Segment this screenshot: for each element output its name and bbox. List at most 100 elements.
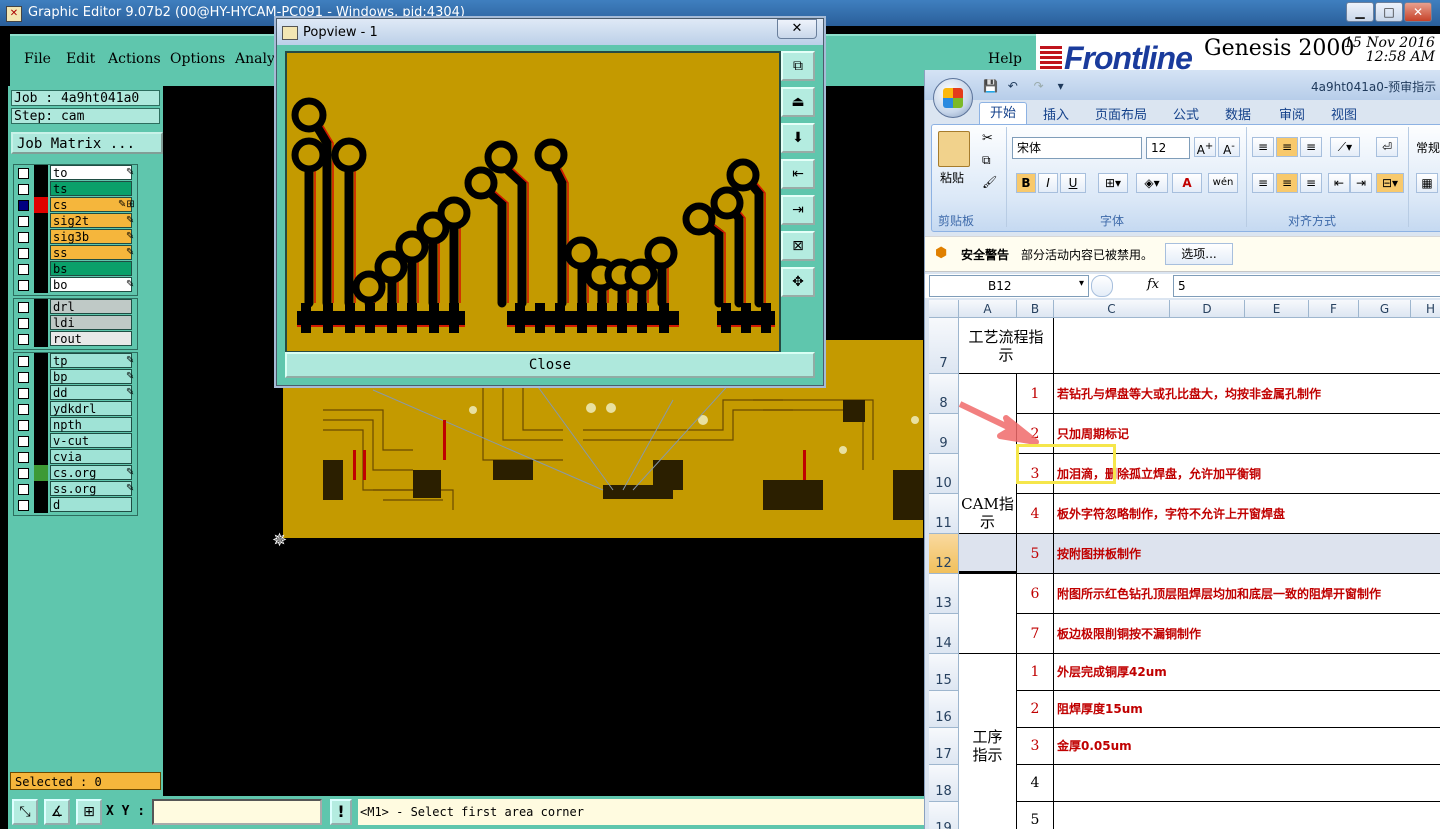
- column-header[interactable]: G: [1359, 300, 1411, 318]
- item-number[interactable]: 2: [1017, 691, 1054, 728]
- menu-file[interactable]: File: [24, 51, 51, 67]
- row-header[interactable]: 19: [929, 802, 959, 829]
- layer-checkbox[interactable]: [18, 404, 29, 415]
- tab-formulas[interactable]: 公式: [1173, 104, 1199, 123]
- layer-row[interactable]: tp ✎: [14, 353, 137, 369]
- format-painter-icon[interactable]: 🖌: [982, 175, 997, 189]
- bold-button[interactable]: B: [1016, 173, 1036, 193]
- row-header[interactable]: 12: [929, 534, 959, 574]
- layer-name[interactable]: v-cut: [50, 433, 132, 448]
- layer-checkbox[interactable]: [18, 436, 29, 447]
- alert-button[interactable]: !: [330, 799, 352, 825]
- wrap-text-icon[interactable]: ⏎: [1376, 137, 1398, 157]
- undo-icon[interactable]: ↶: [1008, 79, 1018, 93]
- paste-icon[interactable]: [938, 131, 970, 167]
- layer-name[interactable]: dd: [50, 385, 132, 400]
- item-number[interactable]: 6: [1017, 574, 1054, 614]
- tab-home[interactable]: 开始: [979, 102, 1027, 125]
- layer-checkbox[interactable]: [18, 168, 29, 179]
- merge-center-icon[interactable]: ⊟▾: [1376, 173, 1404, 193]
- row-header[interactable]: 8: [929, 374, 959, 414]
- underline-button[interactable]: U: [1060, 173, 1086, 193]
- layer-checkbox[interactable]: [18, 500, 29, 511]
- layer-row[interactable]: ss ✎: [14, 245, 137, 261]
- menu-edit[interactable]: Edit: [66, 51, 95, 67]
- align-right-icon[interactable]: ≡: [1300, 173, 1322, 193]
- row-header[interactable]: 7: [929, 318, 959, 374]
- italic-button[interactable]: I: [1038, 173, 1058, 193]
- layer-name[interactable]: bp: [50, 369, 132, 384]
- fill-color-icon[interactable]: ◈▾: [1136, 173, 1168, 193]
- column-header[interactable]: D: [1170, 300, 1245, 318]
- layer-row[interactable]: ydkdrl: [14, 401, 137, 417]
- snap-icon[interactable]: ∡: [44, 799, 70, 825]
- pan-down-icon[interactable]: ⬇: [781, 123, 815, 153]
- menu-options[interactable]: Options: [170, 51, 225, 67]
- layer-name[interactable]: bs: [50, 261, 132, 276]
- layer-checkbox[interactable]: [18, 232, 29, 243]
- layer-name[interactable]: bo: [50, 277, 132, 292]
- tab-page-layout[interactable]: 页面布局: [1095, 104, 1147, 123]
- instruction-text[interactable]: 附图所示红色钻孔顶层阻焊层均加和底层一致的阻焊开窗制作: [1054, 574, 1440, 614]
- cell[interactable]: [959, 574, 1017, 654]
- instruction-text[interactable]: 板边极限削铜按不漏铜制作: [1054, 614, 1440, 654]
- cell[interactable]: [959, 534, 1017, 574]
- align-center-icon[interactable]: ≡: [1276, 173, 1298, 193]
- tab-insert[interactable]: 插入: [1043, 104, 1069, 123]
- pan-left-icon[interactable]: ⇤: [781, 159, 815, 189]
- item-number[interactable]: 3: [1017, 728, 1054, 765]
- customize-qat-icon[interactable]: ▾: [1058, 79, 1064, 93]
- item-number[interactable]: 5: [1017, 534, 1054, 574]
- align-bottom-icon[interactable]: ≡: [1300, 137, 1322, 157]
- namebox-dropdown-icon[interactable]: ▾: [1079, 278, 1084, 289]
- layer-checkbox[interactable]: [18, 280, 29, 291]
- layer-row[interactable]: ldi: [14, 315, 137, 331]
- popview-close-button[interactable]: Close: [285, 352, 815, 378]
- save-icon[interactable]: 💾: [983, 79, 998, 93]
- instruction-text[interactable]: 若钻孔与焊盘等大或孔比盘大，均按非金属孔制作: [1054, 374, 1440, 414]
- layer-checkbox[interactable]: [18, 264, 29, 275]
- item-number[interactable]: 5: [1017, 802, 1054, 829]
- layer-row[interactable]: bo ✎: [14, 277, 137, 293]
- row-header[interactable]: 14: [929, 614, 959, 654]
- spreadsheet-grid[interactable]: A B C D E F G H 7 8 9 10 11 12 13 14 15 16 17 18 19 工艺流程指示 CAM…: [929, 300, 1440, 829]
- layer-name[interactable]: drl: [50, 299, 132, 314]
- row-header[interactable]: 10: [929, 454, 959, 494]
- layer-name[interactable]: ydkdrl: [50, 401, 132, 416]
- layer-row[interactable]: npth: [14, 417, 137, 433]
- layer-row[interactable]: drl: [14, 299, 137, 315]
- select-all-corner[interactable]: [929, 300, 959, 318]
- popview-canvas[interactable]: [285, 51, 781, 353]
- layer-checkbox[interactable]: [18, 318, 29, 329]
- font-color-icon[interactable]: A: [1172, 173, 1202, 193]
- redo-icon[interactable]: ↷: [1034, 79, 1044, 93]
- tab-review[interactable]: 审阅: [1279, 104, 1305, 123]
- maximize-button[interactable]: □: [1375, 2, 1403, 22]
- menu-help[interactable]: Help: [988, 51, 1022, 67]
- layer-checkbox[interactable]: [18, 184, 29, 195]
- layer-row[interactable]: d: [14, 497, 137, 513]
- instruction-text[interactable]: 金厚0.05um: [1054, 728, 1440, 765]
- layer-row[interactable]: sig3b ✎: [14, 229, 137, 245]
- copy-icon[interactable]: ⧉: [982, 153, 991, 168]
- layer-name[interactable]: tp: [50, 353, 132, 368]
- row-header[interactable]: 16: [929, 691, 959, 728]
- name-box[interactable]: B12: [929, 275, 1089, 297]
- job-matrix-button[interactable]: Job Matrix ...: [11, 132, 163, 154]
- popview-close-x-button[interactable]: ✕: [777, 19, 817, 39]
- zoom-in-icon[interactable]: ⊠: [781, 231, 815, 261]
- security-options-button[interactable]: 选项...: [1165, 243, 1233, 265]
- layer-checkbox[interactable]: [18, 484, 29, 495]
- layer-checkbox[interactable]: [18, 302, 29, 313]
- column-header[interactable]: H: [1411, 300, 1440, 318]
- zoom-window-icon[interactable]: ⧉: [781, 51, 815, 81]
- number-format-select[interactable]: 常规: [1416, 139, 1440, 156]
- layer-name[interactable]: to: [50, 165, 132, 180]
- measure-icon[interactable]: ⤡: [12, 799, 38, 825]
- row-header[interactable]: 18: [929, 765, 959, 802]
- layer-name[interactable]: ss: [50, 245, 132, 260]
- layer-row[interactable]: ts: [14, 181, 137, 197]
- layer-row[interactable]: cvia: [14, 449, 137, 465]
- layer-name[interactable]: ldi: [50, 315, 132, 330]
- layer-row[interactable]: cs ✎⊞: [14, 197, 137, 213]
